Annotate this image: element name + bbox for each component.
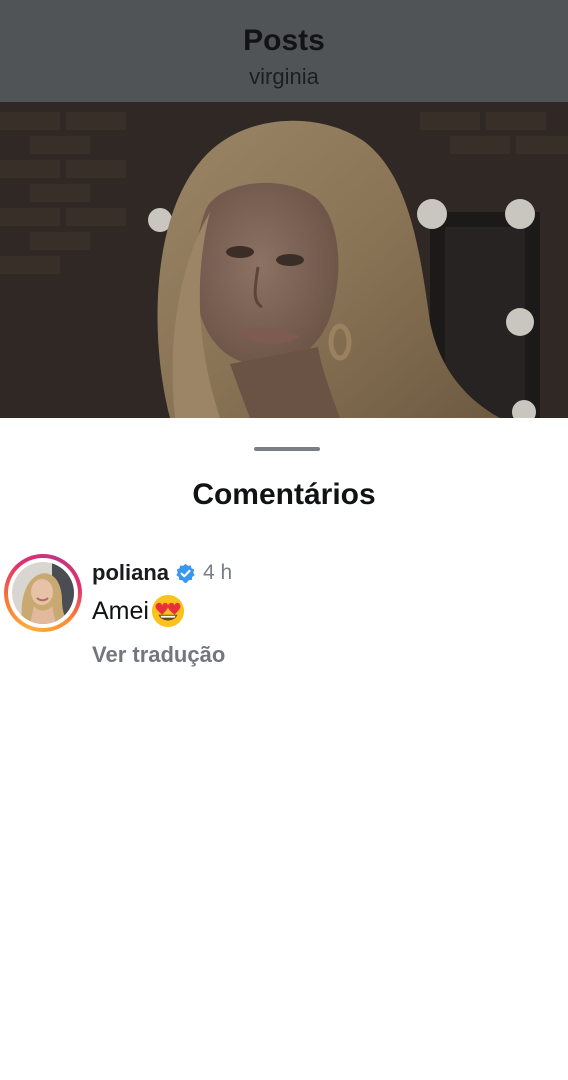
heart-eyes-emoji-icon (151, 594, 185, 628)
see-translation-link[interactable]: Ver tradução (92, 642, 225, 668)
portrait-photo (0, 102, 568, 418)
avatar[interactable] (4, 554, 82, 632)
page-title: Posts (243, 24, 325, 57)
comment-timestamp: 4 h (203, 561, 233, 584)
comment-item: poliana 4 h Amei Ver tradução (0, 554, 568, 674)
posts-header: Posts virginia (0, 0, 568, 102)
profile-username-subtitle[interactable]: virginia (0, 64, 568, 90)
avatar-photo (12, 562, 74, 624)
user-avatar-image (12, 562, 74, 624)
verified-badge-icon (175, 563, 196, 584)
comments-sheet: Comentários poliana 4 h Amei Ver traduçã… (0, 418, 568, 1080)
comment-username[interactable]: poliana (92, 560, 169, 586)
comment-text: Amei (92, 596, 149, 625)
sheet-drag-handle[interactable] (254, 447, 320, 451)
comment-body: Amei (92, 594, 185, 628)
comments-screen: Posts virginia Comentários poliana 4 h A… (0, 0, 568, 1080)
sheet-title: Comentários (192, 478, 376, 511)
comment-header: poliana 4 h (92, 559, 232, 587)
post-image[interactable] (0, 102, 568, 418)
